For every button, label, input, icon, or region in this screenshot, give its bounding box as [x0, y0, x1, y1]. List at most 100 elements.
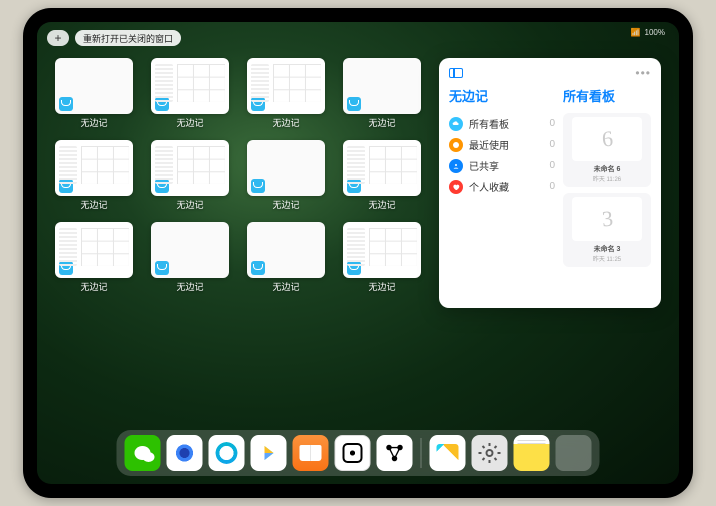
sidebar-toggle-icon[interactable]	[449, 68, 463, 78]
sidebar-item-label: 已共享	[469, 158, 543, 173]
ipad-frame: 📶 100% + 重新打开已关闭的窗口 无边记无边记无边记无边记无边记无边记无边…	[23, 8, 693, 498]
window-label: 无边记	[80, 198, 107, 211]
window-thumbnail	[55, 222, 133, 278]
window-thumbnail	[55, 58, 133, 114]
board-card[interactable]: 3 未命名 3昨天 11:25	[563, 193, 651, 267]
sidebar-item-cloud[interactable]: 所有看板0	[449, 113, 555, 134]
window-label: 无边记	[80, 280, 107, 293]
board-title: 未命名 3	[594, 244, 621, 254]
freeform-app-icon	[251, 261, 265, 275]
sidebar-item-count: 0	[549, 181, 555, 192]
dock	[117, 430, 600, 476]
workspace: 无边记无边记无边记无边记无边记无边记无边记无边记无边记无边记无边记无边记 •••…	[55, 58, 661, 426]
panel-header: •••	[449, 66, 651, 80]
board-preview: 6	[572, 117, 642, 161]
freeform-panel[interactable]: ••• 无边记 所有看板0最近使用0已共享0个人收藏0 所有看板 6未命名 6昨…	[439, 58, 661, 308]
reopen-closed-button[interactable]: 重新打开已关闭的窗口	[75, 30, 181, 46]
window-label: 无边记	[368, 198, 395, 211]
freeform-app-icon	[347, 179, 361, 193]
scribble-icon: 3	[600, 206, 613, 233]
freeform-app-icon	[155, 261, 169, 275]
window-thumbnail	[247, 222, 325, 278]
more-icon[interactable]: •••	[635, 66, 651, 80]
freeform-app-icon	[155, 97, 169, 111]
window-tile[interactable]: 无边记	[151, 58, 229, 136]
window-tile[interactable]: 无边记	[343, 140, 421, 218]
panel-title-right: 所有看板	[563, 86, 651, 105]
window-label: 无边记	[368, 116, 395, 129]
window-thumbnail	[343, 222, 421, 278]
panel-title-left: 无边记	[449, 86, 555, 105]
heart-icon	[449, 180, 463, 194]
dock-wechat-icon[interactable]	[125, 435, 161, 471]
dock-books-icon[interactable]	[293, 435, 329, 471]
dock-folder-icon[interactable]	[556, 435, 592, 471]
dock-qqbrowser-icon[interactable]	[167, 435, 203, 471]
window-tile[interactable]: 无边记	[55, 222, 133, 300]
topbar: + 重新打开已关闭的窗口	[47, 30, 181, 46]
freeform-app-icon	[347, 261, 361, 275]
board-title: 未命名 6	[594, 164, 621, 174]
cloud-icon	[449, 117, 463, 131]
sidebar-item-label: 最近使用	[469, 137, 543, 152]
window-label: 无边记	[272, 280, 299, 293]
dock-play-icon[interactable]	[251, 435, 287, 471]
window-tile[interactable]: 无边记	[151, 140, 229, 218]
clock-icon	[449, 138, 463, 152]
window-label: 无边记	[176, 198, 203, 211]
window-tile[interactable]: 无边记	[343, 58, 421, 136]
window-label: 无边记	[176, 116, 203, 129]
sidebar-item-count: 0	[549, 139, 555, 150]
dock-settings-icon[interactable]	[472, 435, 508, 471]
sidebar-item-count: 0	[549, 160, 555, 171]
window-thumbnail	[343, 58, 421, 114]
window-thumbnail	[247, 140, 325, 196]
dock-nodes-icon[interactable]	[377, 435, 413, 471]
sidebar-item-people[interactable]: 已共享 0	[449, 155, 555, 176]
window-tile[interactable]: 无边记	[247, 222, 325, 300]
window-tile[interactable]: 无边记	[343, 222, 421, 300]
dock-freeform-icon[interactable]	[430, 435, 466, 471]
window-thumbnail	[247, 58, 325, 114]
window-label: 无边记	[272, 198, 299, 211]
window-label: 无边记	[272, 116, 299, 129]
window-thumbnail	[343, 140, 421, 196]
window-thumbnail	[151, 222, 229, 278]
status-bar: 📶 100%	[631, 28, 665, 37]
panel-sidebar: 无边记 所有看板0 最近使用 0 已共享 0 个人收藏 0	[449, 86, 555, 300]
window-label: 无边记	[80, 116, 107, 129]
dock-dice-icon[interactable]	[335, 435, 371, 471]
freeform-app-icon	[59, 97, 73, 111]
freeform-app-icon	[155, 179, 169, 193]
freeform-app-icon	[59, 179, 73, 193]
board-preview: 3	[572, 197, 642, 241]
new-window-button[interactable]: +	[47, 30, 69, 46]
sidebar-item-heart[interactable]: 个人收藏 0	[449, 176, 555, 197]
freeform-app-icon	[347, 97, 361, 111]
people-icon	[449, 159, 463, 173]
window-tile[interactable]: 无边记	[55, 58, 133, 136]
window-tile[interactable]: 无边记	[247, 58, 325, 136]
freeform-app-icon	[251, 179, 265, 193]
panel-boards: 所有看板 6 未命名 6昨天 11:26 3 未命名 3昨天 11:25	[563, 86, 651, 300]
window-grid: 无边记无边记无边记无边记无边记无边记无边记无边记无边记无边记无边记无边记	[55, 58, 427, 426]
window-tile[interactable]: 无边记	[151, 222, 229, 300]
board-subtitle: 昨天 11:26	[593, 174, 621, 183]
sidebar-item-clock[interactable]: 最近使用 0	[449, 134, 555, 155]
board-subtitle: 昨天 11:25	[593, 254, 621, 263]
sidebar-item-count: 0	[549, 118, 555, 129]
board-card[interactable]: 6 未命名 6昨天 11:26	[563, 113, 651, 187]
freeform-app-icon	[251, 97, 265, 111]
window-label: 无边记	[176, 280, 203, 293]
freeform-app-icon	[59, 261, 73, 275]
window-thumbnail	[151, 58, 229, 114]
dock-notes-icon[interactable]	[514, 435, 550, 471]
window-tile[interactable]: 无边记	[247, 140, 325, 218]
window-tile[interactable]: 无边记	[55, 140, 133, 218]
window-thumbnail	[151, 140, 229, 196]
wifi-icon: 📶	[631, 28, 641, 37]
dock-qq-icon[interactable]	[209, 435, 245, 471]
battery-text: 100%	[645, 28, 665, 37]
scribble-icon: 6	[600, 126, 613, 153]
sidebar-item-label: 个人收藏	[469, 179, 543, 194]
